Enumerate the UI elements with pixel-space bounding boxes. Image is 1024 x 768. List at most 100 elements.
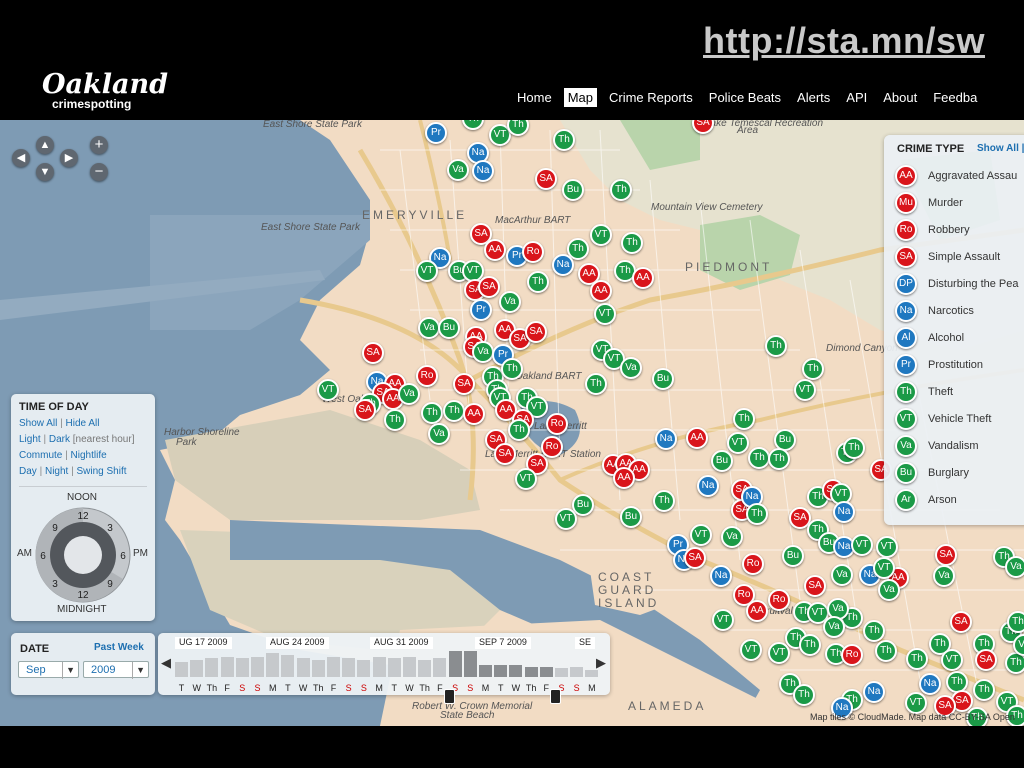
timeline-day-label[interactable]: W: [296, 683, 311, 693]
zoom-out-button[interactable]: −: [90, 163, 108, 181]
crime-marker-na[interactable]: Na: [833, 501, 855, 523]
crime-marker-va[interactable]: Va: [823, 616, 845, 638]
nav-crime-reports[interactable]: Crime Reports: [605, 88, 697, 107]
zoom-in-button[interactable]: +: [90, 136, 108, 154]
crime-marker-bu[interactable]: Bu: [711, 450, 733, 472]
timeline-day-label[interactable]: M: [584, 683, 599, 693]
crime-marker-vt[interactable]: VT: [768, 642, 790, 664]
crime-marker-th[interactable]: Th: [1007, 611, 1024, 633]
crime-type-dp[interactable]: DP Disturbing the Pea: [895, 271, 1024, 297]
crime-marker-aa[interactable]: AA: [590, 280, 612, 302]
crime-marker-ro[interactable]: Ro: [416, 365, 438, 387]
timeline-day-label[interactable]: T: [280, 683, 295, 693]
crime-marker-th[interactable]: Th: [765, 335, 787, 357]
pan-up-button[interactable]: ▲: [36, 136, 54, 154]
timeline-start-handle[interactable]: [443, 689, 455, 704]
pan-right-button[interactable]: ▶: [60, 149, 78, 167]
crime-marker-vt[interactable]: VT: [515, 468, 537, 490]
crime-marker-th[interactable]: Th: [508, 419, 530, 441]
nav-police-beats[interactable]: Police Beats: [705, 88, 785, 107]
crime-marker-ro[interactable]: Ro: [742, 553, 764, 575]
crime-marker-vt[interactable]: VT: [727, 432, 749, 454]
crime-marker-aa[interactable]: AA: [746, 600, 768, 622]
timeline-prev-button[interactable]: ◀: [161, 655, 171, 671]
crime-marker-vt[interactable]: VT: [905, 692, 927, 714]
crime-marker-va[interactable]: Va: [447, 159, 469, 181]
tod-hide-all-link[interactable]: Hide All: [66, 418, 100, 429]
crime-marker-th[interactable]: Th: [973, 679, 995, 701]
crime-marker-va[interactable]: Va: [472, 341, 494, 363]
crime-marker-th[interactable]: Th: [768, 448, 790, 470]
timeline-day-label[interactable]: Th: [311, 683, 326, 693]
crime-marker-vt[interactable]: VT: [317, 379, 339, 401]
tod-day-link[interactable]: Day: [19, 466, 37, 477]
nav-map[interactable]: Map: [563, 88, 597, 107]
pan-down-button[interactable]: ▼: [36, 163, 54, 181]
tod-nightlife-link[interactable]: Nightlife: [71, 450, 107, 461]
crime-marker-aa[interactable]: AA: [632, 267, 654, 289]
crime-marker-vt[interactable]: VT: [555, 508, 577, 530]
crime-marker-na[interactable]: Na: [697, 475, 719, 497]
timeline-day-label[interactable]: W: [189, 683, 204, 693]
crime-marker-aa[interactable]: AA: [484, 239, 506, 261]
crime-marker-vt[interactable]: VT: [416, 260, 438, 282]
crime-marker-bu[interactable]: Bu: [782, 545, 804, 567]
crime-marker-vt[interactable]: VT: [590, 224, 612, 246]
crime-marker-sa[interactable]: SA: [453, 373, 475, 395]
timeline-end-handle[interactable]: [550, 689, 561, 704]
crime-marker-th[interactable]: Th: [799, 634, 821, 656]
crime-marker-aa[interactable]: AA: [463, 403, 485, 425]
date-timeline[interactable]: ◀ ▶ T W Th F S S M T W Th F S S M T W Th F S S M T W Th F S S M UG 1…: [158, 633, 610, 704]
timeline-day-label[interactable]: S: [250, 683, 265, 693]
crime-marker-vt[interactable]: VT: [851, 534, 873, 556]
crime-marker-ro[interactable]: Ro: [541, 436, 563, 458]
tod-swing-shift-link[interactable]: Swing Shift: [77, 466, 127, 477]
crime-marker-bu[interactable]: Bu: [620, 506, 642, 528]
crime-marker-ro[interactable]: Ro: [522, 241, 544, 263]
crime-marker-th[interactable]: Th: [906, 648, 928, 670]
tod-light-link[interactable]: Light: [19, 434, 41, 445]
timeline-day-label[interactable]: Th: [524, 683, 539, 693]
timeline-day-label[interactable]: T: [493, 683, 508, 693]
crime-marker-th[interactable]: Th: [585, 373, 607, 395]
crime-marker-th[interactable]: Th: [875, 640, 897, 662]
crime-marker-na[interactable]: Na: [710, 565, 732, 587]
timeline-next-button[interactable]: ▶: [596, 655, 606, 671]
crime-marker-va[interactable]: Va: [398, 383, 420, 405]
timeline-day-label[interactable]: Th: [204, 683, 219, 693]
crime-type-ar[interactable]: Ar Arson: [895, 487, 1024, 513]
crime-marker-va[interactable]: Va: [620, 357, 642, 379]
crime-type-pr[interactable]: Pr Prostitution: [895, 352, 1024, 378]
year-select[interactable]: 2009 ▼: [83, 661, 149, 679]
crime-marker-sa[interactable]: SA: [950, 611, 972, 633]
crime-marker-ro[interactable]: Ro: [546, 413, 568, 435]
timeline-day-label[interactable]: S: [235, 683, 250, 693]
crime-marker-va[interactable]: Va: [933, 565, 955, 587]
crime-marker-th[interactable]: Th: [843, 437, 865, 459]
crime-marker-na[interactable]: Na: [552, 254, 574, 276]
timeline-day-label[interactable]: W: [402, 683, 417, 693]
tod-night-link[interactable]: Night: [45, 466, 68, 477]
crime-marker-pr[interactable]: Pr: [425, 122, 447, 144]
crime-marker-th[interactable]: Th: [748, 447, 770, 469]
crime-marker-sa[interactable]: SA: [535, 168, 557, 190]
crime-marker-th[interactable]: Th: [553, 129, 575, 151]
crime-marker-th[interactable]: Th: [610, 179, 632, 201]
crime-marker-sa[interactable]: SA: [525, 321, 547, 343]
crime-marker-th[interactable]: Th: [621, 232, 643, 254]
nav-feedba[interactable]: Feedba: [929, 88, 981, 107]
timeline-day-label[interactable]: F: [326, 683, 341, 693]
crime-marker-vt[interactable]: VT: [594, 303, 616, 325]
crime-marker-vt[interactable]: VT: [794, 379, 816, 401]
crime-marker-sa[interactable]: SA: [975, 649, 997, 671]
crime-marker-ro[interactable]: Ro: [768, 589, 790, 611]
crime-marker-bu[interactable]: Bu: [562, 179, 584, 201]
crime-marker-vt[interactable]: VT: [876, 536, 898, 558]
timeline-day-label[interactable]: Th: [417, 683, 432, 693]
timeline-day-label[interactable]: S: [356, 683, 371, 693]
timeline-day-label[interactable]: W: [508, 683, 523, 693]
nav-home[interactable]: Home: [513, 88, 556, 107]
tod-dark-link[interactable]: Dark: [49, 434, 70, 445]
crime-marker-va[interactable]: Va: [1005, 556, 1024, 578]
timeline-day-label[interactable]: F: [220, 683, 235, 693]
